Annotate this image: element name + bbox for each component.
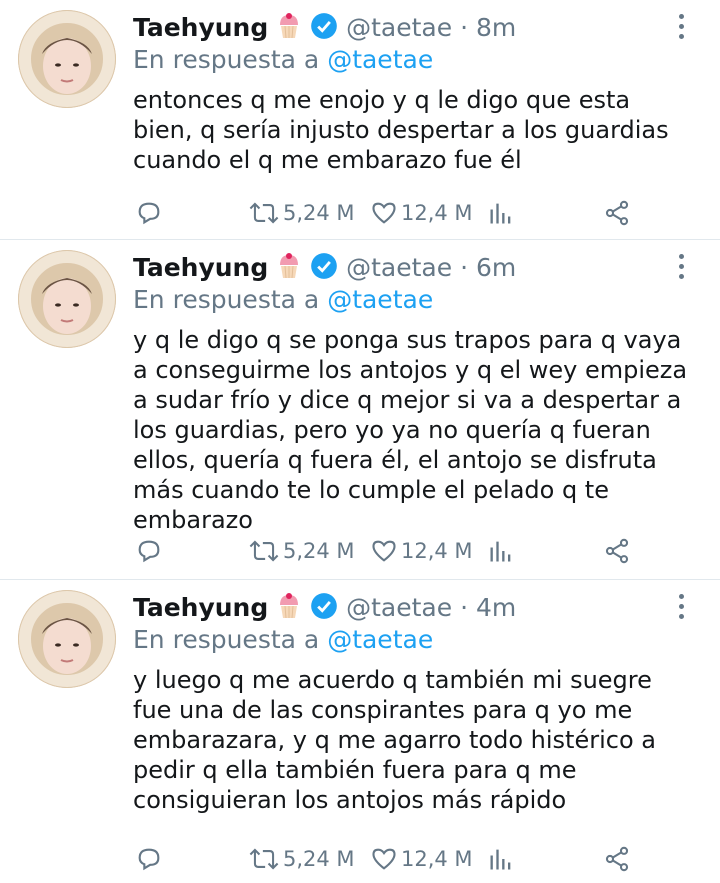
avatar-image [18, 250, 116, 348]
retweet-count: 5,24 M [283, 847, 355, 871]
reply-mention-link[interactable]: @taetae [327, 45, 433, 74]
reply-button[interactable] [135, 534, 163, 568]
avatar[interactable] [18, 590, 116, 688]
avatar-image [18, 10, 116, 108]
tweet-header: Taehyung @taetae · 6m [133, 252, 516, 288]
handle[interactable]: @taetae [346, 253, 452, 282]
reply-icon [138, 202, 160, 225]
retweet-button[interactable]: 5,24 M [247, 842, 355, 876]
reply-icon [138, 848, 160, 871]
share-icon [605, 846, 629, 872]
more-options-icon[interactable] [678, 14, 686, 44]
cupcake-icon [276, 12, 302, 48]
retweet-count: 5,24 M [283, 201, 355, 225]
share-button[interactable] [603, 842, 631, 876]
retweet-button[interactable]: 5,24 M [247, 196, 355, 230]
share-button[interactable] [603, 196, 631, 230]
tweet-text: y luego q me acuerdo q también mi suegre… [133, 666, 656, 814]
timestamp[interactable]: 8m [476, 13, 516, 42]
retweet-icon [249, 540, 279, 562]
separator-dot: · [460, 593, 469, 622]
reply-button[interactable] [135, 842, 163, 876]
handle[interactable]: @taetae [346, 13, 452, 42]
avatar[interactable] [18, 250, 116, 348]
more-options-icon[interactable] [678, 594, 686, 624]
cupcake-icon [276, 592, 302, 628]
like-button[interactable]: 12,4 M [369, 534, 473, 568]
stats-icon [490, 203, 511, 224]
display-name[interactable]: Taehyung [133, 593, 268, 622]
timestamp[interactable]: 4m [476, 593, 516, 622]
reply-button[interactable] [135, 196, 163, 230]
stats-button[interactable] [488, 534, 514, 568]
stats-button[interactable] [488, 842, 514, 876]
retweet-icon [249, 848, 279, 870]
avatar-image [18, 590, 116, 688]
like-button[interactable]: 12,4 M [369, 196, 473, 230]
tweet-actions: 5,24 M 12,4 M [133, 196, 693, 230]
like-button[interactable]: 12,4 M [369, 842, 473, 876]
reply-prefix: En respuesta a [133, 45, 320, 74]
avatar[interactable] [18, 10, 116, 108]
stats-icon [490, 849, 511, 870]
reply-prefix: En respuesta a [133, 625, 320, 654]
reply-icon [138, 540, 160, 563]
like-count: 12,4 M [401, 847, 473, 871]
cupcake-icon [276, 252, 302, 288]
timestamp[interactable]: 6m [476, 253, 516, 282]
like-icon [372, 202, 396, 224]
tweet-text: entonces q me enojo y q le digo que esta… [133, 86, 669, 174]
like-icon [372, 540, 396, 562]
reply-prefix: En respuesta a [133, 285, 320, 314]
reply-context: En respuesta a @taetae [133, 624, 433, 656]
like-icon [372, 848, 396, 870]
verified-badge-icon [310, 252, 338, 288]
share-icon [605, 200, 629, 226]
tweet-header: Taehyung @taetae · 8m [133, 12, 516, 48]
reply-mention-link[interactable]: @taetae [327, 625, 433, 654]
tweet[interactable]: Taehyung @taetae · 8m En respuesta a @ta… [0, 0, 720, 240]
share-button[interactable] [603, 534, 631, 568]
retweet-icon [249, 202, 279, 224]
reply-context: En respuesta a @taetae [133, 44, 433, 76]
tweet-header: Taehyung @taetae · 4m [133, 592, 516, 628]
stats-icon [490, 541, 511, 562]
separator-dot: · [460, 253, 469, 282]
tweet-text: y q le digo q se ponga sus trapos para q… [133, 326, 688, 534]
like-count: 12,4 M [401, 539, 473, 563]
reply-mention-link[interactable]: @taetae [327, 285, 433, 314]
share-icon [605, 538, 629, 564]
stats-button[interactable] [488, 196, 514, 230]
more-options-icon[interactable] [678, 254, 686, 284]
handle[interactable]: @taetae [346, 593, 452, 622]
verified-badge-icon [310, 12, 338, 48]
display-name[interactable]: Taehyung [133, 13, 268, 42]
retweet-button[interactable]: 5,24 M [247, 534, 355, 568]
verified-badge-icon [310, 592, 338, 628]
tweet-actions: 5,24 M 12,4 M [133, 842, 693, 876]
tweet-actions: 5,24 M 12,4 M [133, 534, 693, 568]
retweet-count: 5,24 M [283, 539, 355, 563]
separator-dot: · [460, 13, 469, 42]
tweet[interactable]: Taehyung @taetae · 6m En respuesta a @ta… [0, 240, 720, 580]
reply-context: En respuesta a @taetae [133, 284, 433, 316]
tweet[interactable]: Taehyung @taetae · 4m En respuesta a @ta… [0, 580, 720, 883]
like-count: 12,4 M [401, 201, 473, 225]
display-name[interactable]: Taehyung [133, 253, 268, 282]
